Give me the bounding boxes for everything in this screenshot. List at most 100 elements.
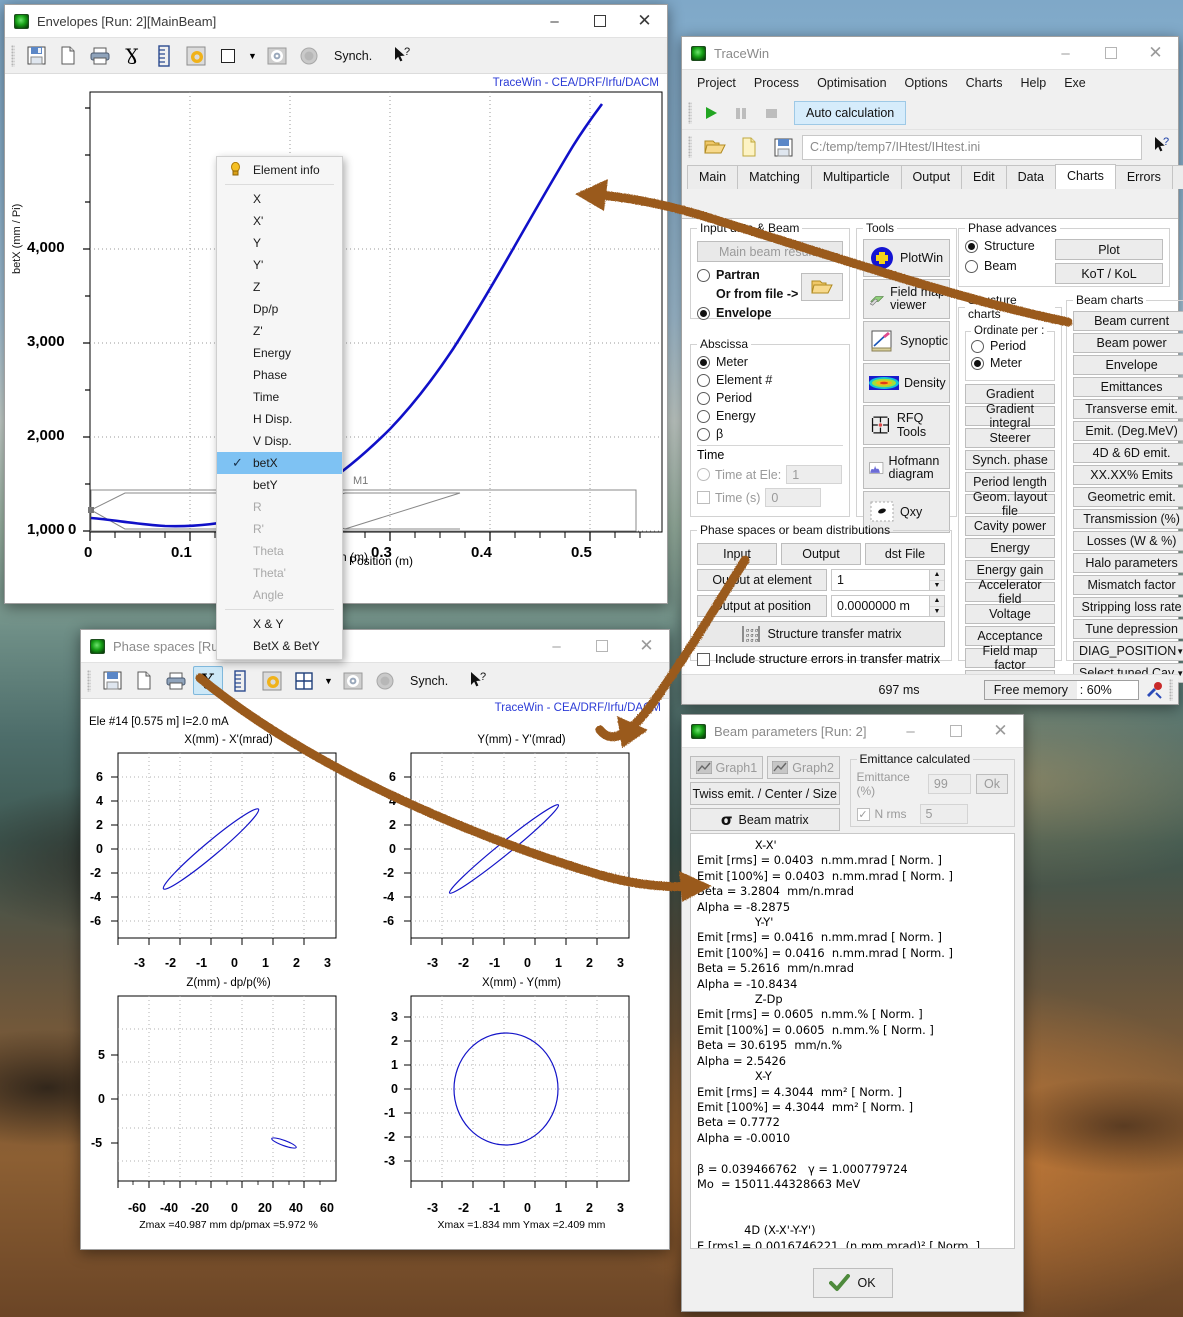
project-path-input[interactable]: C:/temp/temp7/IHtest/IHtest.ini: [802, 135, 1142, 160]
minimize-button[interactable]: –: [888, 715, 933, 747]
tab-va[interactable]: VA: [1172, 165, 1183, 189]
structure-chart-steerer[interactable]: Steerer: [965, 428, 1055, 448]
maximize-button[interactable]: [933, 715, 978, 747]
beam-parameters-titlebar[interactable]: Beam parameters [Run: 2] – ✕: [682, 715, 1023, 748]
tab-output[interactable]: Output: [901, 165, 963, 189]
spinner[interactable]: ▲▼: [929, 570, 944, 590]
radio-ordinate-period[interactable]: Period: [971, 339, 1049, 353]
target-icon[interactable]: [262, 41, 292, 70]
phase-spaces-window[interactable]: Phase spaces [Run: 2] – ✕ Ɣ ▼: [80, 629, 670, 1250]
phase-spaces-plots[interactable]: TraceWin - CEA/DRF/Irfu/DACM Ele #14 [0.…: [81, 699, 669, 1249]
tracewin-titlebar[interactable]: TraceWin – ✕: [682, 37, 1178, 70]
twiss-button[interactable]: Twiss emit. / Center / Size: [690, 782, 840, 805]
emittance-pct-input[interactable]: 99: [928, 774, 971, 794]
radio-time-at-ele[interactable]: [697, 468, 710, 481]
maximize-button[interactable]: [577, 5, 622, 37]
menu-optimisation[interactable]: Optimisation: [808, 73, 895, 93]
tool-hofmann-button[interactable]: Hofmann diagram: [863, 447, 950, 489]
tab-data[interactable]: Data: [1006, 165, 1056, 189]
plot-button[interactable]: Plot: [1055, 239, 1163, 260]
beam-chart-geometric-emit-[interactable]: Geometric emit.: [1073, 487, 1183, 507]
radio-structure[interactable]: Structure: [965, 239, 1055, 253]
menu-item-energy[interactable]: Energy: [217, 342, 342, 364]
menu-charts[interactable]: Charts: [957, 73, 1012, 93]
free-memory-indicator[interactable]: Free memory : 60%: [984, 680, 1139, 700]
radio-abscissa-energy[interactable]: Energy: [697, 409, 843, 423]
menu-exe[interactable]: Exe: [1055, 73, 1095, 93]
tab-edit[interactable]: Edit: [961, 165, 1007, 189]
close-button[interactable]: ✕: [624, 630, 669, 662]
chevron-down-icon[interactable]: ▼: [321, 666, 336, 695]
beam-chart-transverse-emit-[interactable]: Transverse emit.: [1073, 399, 1183, 419]
ok-button[interactable]: OK: [813, 1268, 893, 1298]
menu-project[interactable]: Project: [688, 73, 745, 93]
radio-abscissa-[interactable]: β: [697, 427, 843, 441]
structure-chart-energy-gain[interactable]: Energy gain: [965, 560, 1055, 580]
menu-item-z[interactable]: Z: [217, 276, 342, 298]
beam-chart-emit-deg-mev-[interactable]: Emit. (Deg.MeV): [1073, 421, 1183, 441]
help-pointer-icon[interactable]: ?: [464, 666, 494, 695]
menu-process[interactable]: Process: [745, 73, 808, 93]
menu-options[interactable]: Options: [896, 73, 957, 93]
pause-icon[interactable]: [726, 98, 756, 127]
structure-chart-accelerator-field[interactable]: Accelerator field: [965, 582, 1055, 602]
square-icon[interactable]: [213, 41, 243, 70]
copy-icon[interactable]: [129, 666, 159, 695]
element-context-menu[interactable]: Element info XX'YY'ZDp/pZ'EnergyPhaseTim…: [216, 156, 343, 660]
save-icon[interactable]: [97, 666, 127, 695]
structure-chart-cavity-power[interactable]: Cavity power: [965, 516, 1055, 536]
play-icon[interactable]: [696, 98, 726, 127]
close-button[interactable]: ✕: [978, 715, 1023, 747]
stop-icon[interactable]: [756, 98, 786, 127]
menu-item-z[interactable]: Z': [217, 320, 342, 342]
epsilon-icon[interactable]: Ɣ: [117, 41, 147, 70]
graph2-button[interactable]: Graph2: [767, 756, 840, 779]
beam-chart-transmission-[interactable]: Transmission (%): [1073, 509, 1183, 529]
print-icon[interactable]: [85, 41, 115, 70]
kot-kol-button[interactable]: KoT / KoL: [1055, 263, 1163, 284]
tool-plotwin-button[interactable]: PlotWin: [863, 239, 950, 277]
tools-icon[interactable]: [1139, 681, 1169, 699]
time-s-input[interactable]: 0: [765, 488, 821, 507]
ruler-icon[interactable]: [149, 41, 179, 70]
structure-chart-energy[interactable]: Energy: [965, 538, 1055, 558]
print-icon[interactable]: [161, 666, 191, 695]
ok-small-button[interactable]: Ok: [976, 774, 1008, 794]
tab-errors[interactable]: Errors: [1115, 165, 1173, 189]
menu-item-betxbety[interactable]: BetX & BetY: [217, 635, 342, 657]
tab-matching[interactable]: Matching: [737, 165, 812, 189]
radio-abscissa-element[interactable]: Element #: [697, 373, 843, 387]
tool-density-button[interactable]: Density: [863, 363, 950, 403]
radio-beam[interactable]: Beam: [965, 259, 1055, 273]
grid-icon[interactable]: [289, 666, 319, 695]
radio-abscissa-period[interactable]: Period: [697, 391, 843, 405]
output-button[interactable]: Output: [781, 543, 861, 565]
circle-icon[interactable]: [370, 666, 400, 695]
plot-x-xprime[interactable]: X(mm) - X'(mrad): [86, 734, 371, 969]
minimize-button[interactable]: –: [532, 5, 577, 37]
output-at-element-input[interactable]: 1 ▲▼: [831, 569, 945, 591]
tracewin-tabs[interactable]: MainMatchingMultiparticleOutputEditDataC…: [682, 164, 1178, 189]
spinner[interactable]: ▲▼: [929, 596, 944, 616]
menu-item-betx[interactable]: ✓betX: [217, 452, 342, 474]
beam-chart-xx-xx-emits[interactable]: XX.XX% Emits: [1073, 465, 1183, 485]
minimize-button[interactable]: –: [1043, 37, 1088, 69]
beam-chart-beam-current[interactable]: Beam current: [1073, 311, 1183, 331]
envelopes-titlebar[interactable]: Envelopes [Run: 2][MainBeam] – ✕: [5, 5, 667, 38]
structure-chart-voltage[interactable]: Voltage: [965, 604, 1055, 624]
beam-report-textarea[interactable]: X-X' Emit [rms] = 0.0403 n.mm.mrad [ Nor…: [690, 833, 1015, 1249]
tracewin-run-toolbar[interactable]: Auto calculation: [682, 96, 1178, 130]
tracewin-menubar[interactable]: ProjectProcessOptimisationOptionsChartsH…: [682, 70, 1178, 96]
gear-icon[interactable]: [257, 666, 287, 695]
structure-chart-synch-phase[interactable]: Synch. phase: [965, 450, 1055, 470]
structure-chart-acceptance[interactable]: Acceptance: [965, 626, 1055, 646]
menu-item-vdisp[interactable]: V Disp.: [217, 430, 342, 452]
tool-fieldmap-button[interactable]: Field map viewer: [863, 279, 950, 319]
structure-chart-geom-layout-file[interactable]: Geom. layout file: [965, 494, 1055, 514]
save-icon[interactable]: [768, 133, 798, 162]
menu-item-time[interactable]: Time: [217, 386, 342, 408]
tab-multiparticle[interactable]: Multiparticle: [811, 165, 902, 189]
tracewin-window[interactable]: TraceWin – ✕ ProjectProcessOptimisationO…: [681, 36, 1179, 705]
menu-item-x[interactable]: X: [217, 188, 342, 210]
dst-file-button[interactable]: dst File: [865, 543, 945, 565]
